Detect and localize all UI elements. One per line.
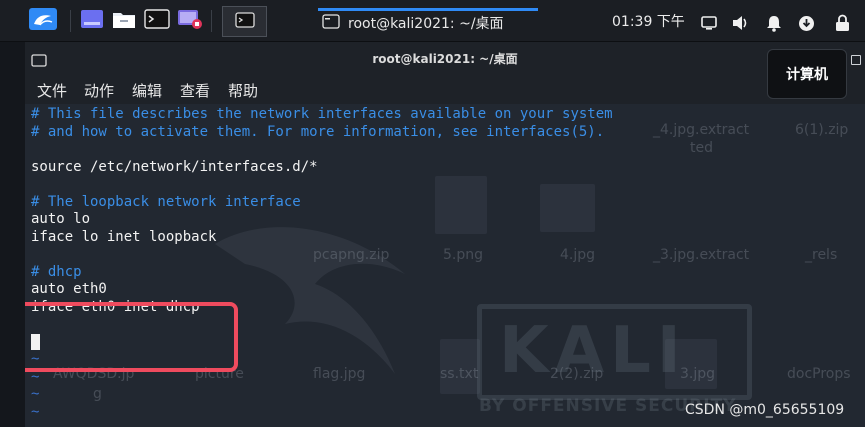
empty-buffer-line: ~ xyxy=(31,403,40,420)
desktop-label-ghost: 6(1).zip xyxy=(795,122,849,138)
taskbar-window-title: root@kali2021: ~/桌面 xyxy=(348,16,504,32)
menu-bar: 文件 动作 编辑 查看 帮助 xyxy=(25,74,865,104)
window-titlebar[interactable]: root@kali2021: ~/桌面 xyxy=(25,42,865,74)
window-edge-icon xyxy=(851,55,861,65)
taskbar-terminal-button[interactable] xyxy=(222,6,267,37)
files-launcher[interactable] xyxy=(110,6,138,36)
code-line: auto lo xyxy=(31,211,91,227)
notification-bell-icon[interactable] xyxy=(765,14,783,32)
kali-menu-icon xyxy=(28,6,58,36)
volume-icon[interactable] xyxy=(732,14,750,32)
lock-icon[interactable] xyxy=(833,14,851,32)
menu-help[interactable]: 帮助 xyxy=(228,80,258,101)
taskbar-window-item[interactable]: root@kali2021: ~/桌面 xyxy=(318,8,538,38)
menu-actions[interactable]: 动作 xyxy=(84,80,114,101)
terminal-icon xyxy=(322,13,340,33)
update-icon[interactable] xyxy=(797,14,815,32)
workspace-launcher[interactable] xyxy=(78,6,106,36)
screen-recorder-icon xyxy=(177,8,203,34)
dhcp-highlight-box xyxy=(25,302,238,372)
csdn-watermark: CSDN @m0_65655109 xyxy=(685,402,845,418)
desktop-label-ghost: ted xyxy=(690,140,713,156)
display-icon[interactable] xyxy=(700,14,718,32)
code-line: # and how to activate them. For more inf… xyxy=(31,123,605,140)
calculator-tooltip[interactable]: 计算机 xyxy=(767,49,847,99)
files-icon xyxy=(112,9,136,33)
top-panel: root@kali2021: ~/桌面 01:39 下午 xyxy=(0,0,865,42)
code-line: # This file describes the network interf… xyxy=(31,106,613,122)
desktop-label-ghost: docProps xyxy=(787,366,851,382)
screen-recorder-launcher[interactable] xyxy=(176,6,204,36)
terminal-icon xyxy=(31,52,47,71)
code-line: # The loopback network interface xyxy=(31,193,301,210)
terminal-icon xyxy=(144,9,170,33)
desktop-label-ghost: _3.jpg.extract xyxy=(653,247,750,263)
kali-menu-button[interactable] xyxy=(24,6,62,36)
file-contents[interactable]: # This file describes the network interf… xyxy=(31,106,613,421)
terminal-content[interactable]: _4.jpg.extract ted 6(1).zip pcapng.zip 5… xyxy=(25,104,865,427)
desktop-label-ghost: _4.jpg.extract xyxy=(653,122,750,138)
clock[interactable]: 01:39 下午 xyxy=(612,11,685,31)
desktop-label-ghost: _rels xyxy=(805,247,838,263)
code-line: # dhcp xyxy=(31,263,82,280)
menu-edit[interactable]: 编辑 xyxy=(132,80,162,101)
workspace-icon xyxy=(80,9,104,33)
code-line: iface lo inet loopback xyxy=(31,228,217,245)
menu-view[interactable]: 查看 xyxy=(180,80,210,101)
code-line: auto eth0 xyxy=(31,281,107,297)
terminal-icon xyxy=(234,11,255,32)
window-title: root@kali2021: ~/桌面 xyxy=(372,51,518,66)
calculator-label: 计算机 xyxy=(786,67,828,83)
menu-file[interactable]: 文件 xyxy=(37,80,67,101)
code-line: source /etc/network/interfaces.d/* xyxy=(31,158,318,175)
terminal-launcher[interactable] xyxy=(143,6,171,36)
empty-buffer-line: ~ xyxy=(31,386,40,402)
terminal-window: root@kali2021: ~/桌面 文件 动作 编辑 查看 帮助 _4.jp… xyxy=(25,42,865,427)
panel-separator xyxy=(211,10,212,32)
panel-separator xyxy=(70,10,71,32)
